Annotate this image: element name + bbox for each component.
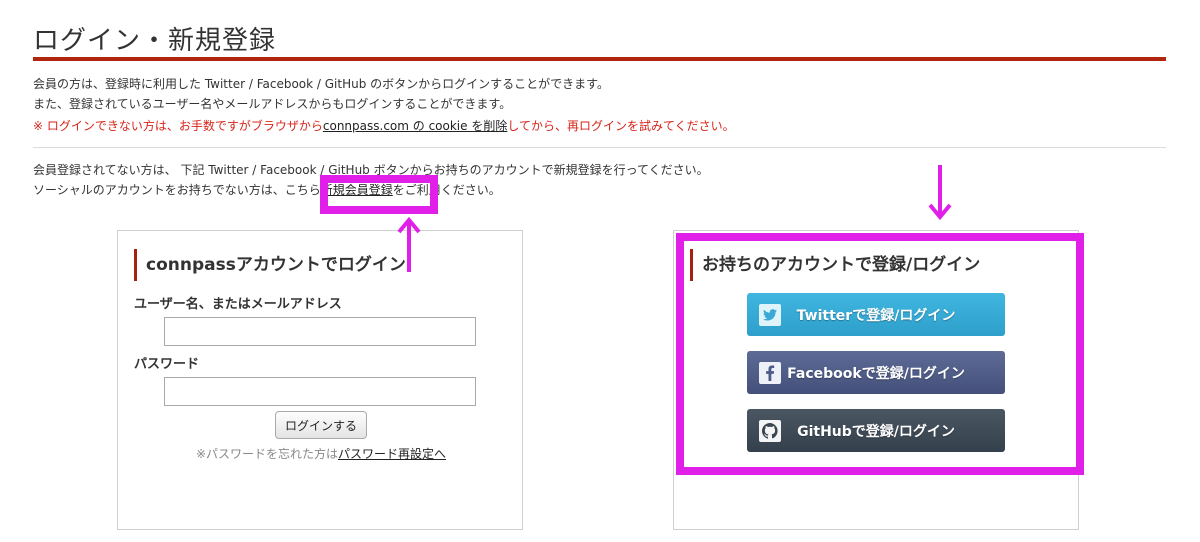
register-line-1: 会員登録されてない方は、 下記 Twitter / Facebook / Git… (33, 163, 709, 177)
warning-prefix: ※ ログインできない方は、お手数ですがブラウザから (33, 119, 323, 133)
divider (33, 147, 1166, 148)
login-panel: connpassアカウントでログイン ユーザー名、またはメールアドレス パスワー… (117, 230, 523, 530)
forgot-password: ※パスワードを忘れた方はパスワード再設定へ (118, 445, 524, 462)
title-rule (33, 57, 1166, 61)
login-button[interactable]: ログインする (275, 411, 367, 439)
intro-text: 会員の方は、登録時に利用した Twitter / Facebook / GitH… (33, 74, 1166, 136)
login-panel-heading: connpassアカウントでログイン (134, 249, 406, 281)
username-input[interactable] (164, 317, 476, 346)
reset-password-link[interactable]: パスワード再設定へ (338, 447, 446, 461)
signup-highlight-box (320, 175, 438, 214)
register-text: 会員登録されてない方は、 下記 Twitter / Facebook / Git… (33, 160, 1166, 200)
up-arrow-icon (397, 216, 421, 272)
down-arrow-icon (928, 165, 952, 221)
delete-cookie-link[interactable]: connpass.com の cookie を削除 (323, 119, 507, 133)
register-line-2: ソーシャルのアカウントをお持ちでない方は、こちら新規会員登録をご利用ください。 (33, 180, 1166, 200)
page: ログイン・新規登録 会員の方は、登録時に利用した Twitter / Faceb… (0, 0, 1200, 542)
social-highlight-box (676, 233, 1084, 475)
warning-suffix: してから、再ログインを試みてください。 (507, 119, 735, 133)
password-input[interactable] (164, 377, 476, 406)
intro-line-1: 会員の方は、登録時に利用した Twitter / Facebook / GitH… (33, 77, 609, 91)
forgot-prefix: ※パスワードを忘れた方は (195, 447, 339, 461)
register-prefix: ソーシャルのアカウントをお持ちでない方は、こちら (33, 183, 321, 197)
page-title: ログイン・新規登録 (33, 26, 277, 56)
cookie-warning: ※ ログインできない方は、お手数ですがブラウザからconnpass.com の … (33, 116, 1166, 136)
username-label: ユーザー名、またはメールアドレス (134, 297, 342, 312)
intro-line-2: また、登録されているユーザー名やメールアドレスからもログインすることができます。 (33, 97, 512, 111)
password-label: パスワード (134, 357, 200, 372)
